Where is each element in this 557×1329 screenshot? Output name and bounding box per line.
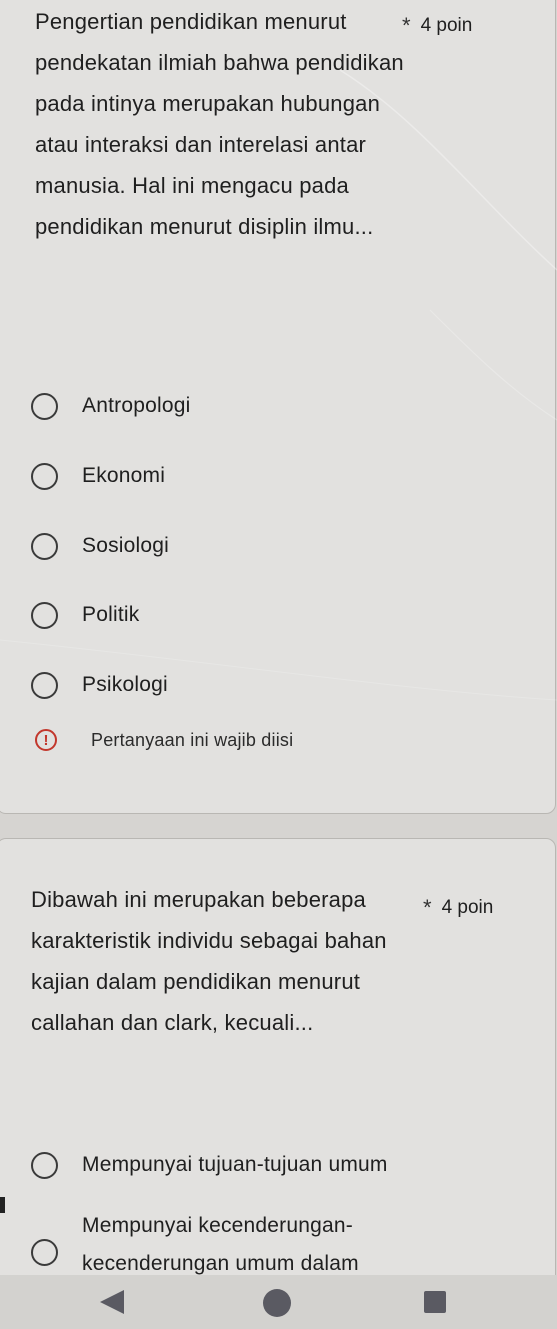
question-2-points: * 4 poin xyxy=(423,895,493,921)
error-icon: ! xyxy=(35,729,57,751)
radio-button[interactable] xyxy=(31,1239,58,1266)
radio-button[interactable] xyxy=(31,392,58,420)
option-psikologi[interactable]: Psikologi xyxy=(31,665,168,705)
system-nav-bar xyxy=(0,1275,557,1329)
option-label: Antropologi xyxy=(82,394,191,417)
back-triangle-icon[interactable] xyxy=(100,1290,124,1314)
option-label: Mempunyai tujuan-tujuan umum xyxy=(82,1153,388,1176)
option-sosiologi[interactable]: Sosiologi xyxy=(31,526,169,566)
option-label: Psikologi xyxy=(82,673,168,696)
form-screen: Pengertian pendidikan menurut pendekatan… xyxy=(0,0,557,1275)
radio-button[interactable] xyxy=(31,1151,58,1179)
option-label: Mempunyai kecenderungan-kecenderungan um… xyxy=(82,1214,359,1275)
question-card-1: Pengertian pendidikan menurut pendekatan… xyxy=(0,0,556,814)
option-label: Politik xyxy=(82,603,140,626)
radio-button[interactable] xyxy=(31,532,58,560)
radio-button[interactable] xyxy=(31,601,58,629)
points-label: 4 poin xyxy=(420,15,473,36)
required-asterisk: * xyxy=(402,13,411,38)
question-1-text: Pengertian pendidikan menurut pendekatan… xyxy=(35,9,404,239)
option-label: Sosiologi xyxy=(82,534,170,557)
option-label: Ekonomi xyxy=(82,464,166,487)
recents-square-icon[interactable] xyxy=(424,1291,446,1313)
question-card-2: Dibawah ini merupakan beberapa karakteri… xyxy=(0,838,556,1275)
radio-button[interactable] xyxy=(31,462,58,490)
screen-edge-mark xyxy=(0,1197,5,1213)
question-2-text: Dibawah ini merupakan beberapa karakteri… xyxy=(31,887,387,1035)
radio-button[interactable] xyxy=(31,671,58,699)
home-circle-icon[interactable] xyxy=(263,1289,291,1317)
option-antropologi[interactable]: Antropologi xyxy=(31,386,190,426)
option-kecenderungan-umum[interactable]: Mempunyai kecenderungan-kecenderungan um… xyxy=(31,1207,442,1275)
points-label: 4 poin xyxy=(441,897,494,918)
required-asterisk: * xyxy=(423,895,432,920)
option-tujuan-umum[interactable]: Mempunyai tujuan-tujuan umum xyxy=(31,1145,388,1185)
option-ekonomi[interactable]: Ekonomi xyxy=(31,456,165,496)
option-politik[interactable]: Politik xyxy=(31,595,139,635)
validation-error: ! Pertanyaan ini wajib diisi xyxy=(35,729,293,751)
error-message: Pertanyaan ini wajib diisi xyxy=(91,729,294,750)
question-1-points: * 4 poin xyxy=(402,13,472,39)
